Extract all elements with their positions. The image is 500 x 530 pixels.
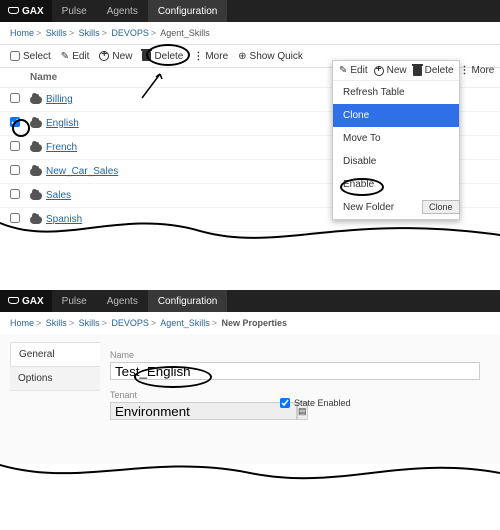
crumb-new-properties: New Properties [222, 318, 288, 328]
logo-icon [8, 296, 18, 306]
tenant-field-label: Tenant [110, 390, 270, 400]
dots-icon: ⋮ [460, 65, 469, 76]
row-checkbox[interactable] [10, 141, 20, 151]
delete-button[interactable]: Delete [142, 51, 183, 62]
menu-item-refresh-table[interactable]: Refresh Table [333, 81, 459, 104]
menu-item-enable[interactable]: Enable [333, 173, 459, 196]
delete-label: Delete [154, 51, 183, 62]
crumb-agent-skills: Agent_Skills [160, 28, 210, 38]
crumb-agent-skills[interactable]: Agent_Skills [160, 318, 210, 328]
nav-tab-agents[interactable]: Agents [97, 0, 148, 22]
app-logo: GAX [0, 290, 52, 312]
side-tab-options[interactable]: Options [10, 367, 100, 391]
more-button[interactable]: ⋮ More [193, 51, 228, 62]
skill-icon [30, 192, 42, 200]
popup-edit-button[interactable]: ✎Edit [339, 65, 368, 76]
logo-icon [8, 6, 18, 16]
skill-name-link[interactable]: French [46, 142, 77, 153]
popup-delete-button[interactable]: Delete [413, 65, 454, 76]
row-checkbox[interactable] [10, 117, 20, 127]
skill-icon [30, 168, 42, 176]
row-checkbox[interactable] [10, 93, 20, 103]
more-label: More [205, 51, 228, 62]
nav-tab-configuration[interactable]: Configuration [148, 0, 227, 22]
column-header-name[interactable]: Name [30, 72, 57, 83]
popup-new-button[interactable]: New [374, 65, 407, 76]
select-label: Select [23, 51, 51, 62]
dots-icon: ⋮ [193, 51, 202, 62]
state-enabled-label: State Enabled [294, 398, 351, 408]
popup-more-button[interactable]: ⋮More [460, 65, 495, 76]
crumb-skills1[interactable]: Skills [46, 28, 67, 38]
state-enabled-checkbox[interactable] [280, 398, 290, 408]
skill-icon [30, 144, 42, 152]
select-button[interactable]: Select [10, 51, 51, 62]
nav-tab-pulse[interactable]: Pulse [52, 290, 97, 312]
crumb-skills2[interactable]: Skills [79, 28, 100, 38]
skill-name-link[interactable]: English [46, 118, 79, 129]
name-field-label: Name [110, 350, 480, 360]
clone-tooltip-button[interactable]: Clone [422, 200, 460, 214]
row-checkbox[interactable] [10, 189, 20, 199]
skill-icon [30, 96, 42, 104]
edit-button[interactable]: ✎ Edit [61, 51, 90, 62]
crumb-skills1[interactable]: Skills [46, 318, 67, 328]
magnifier-plus-icon: ⊕ [238, 51, 246, 62]
skill-name-link[interactable]: New_Car_Sales [46, 166, 118, 177]
crumb-devops[interactable]: DEVOPS [111, 318, 149, 328]
nav-tab-pulse[interactable]: Pulse [52, 0, 97, 22]
app-logo: GAX [0, 0, 52, 22]
side-tab-general[interactable]: General [10, 342, 100, 367]
plus-icon [374, 66, 384, 76]
app-logo-text: GAX [22, 296, 44, 307]
select-checkbox-icon[interactable] [10, 51, 20, 61]
skill-icon [30, 120, 42, 128]
state-enabled-toggle[interactable]: State Enabled [280, 398, 351, 408]
side-tabs: General Options [10, 342, 100, 424]
new-label: New [112, 51, 132, 62]
new-button[interactable]: New [99, 51, 132, 62]
torn-edge-decoration [0, 452, 500, 490]
menu-item-move-to[interactable]: Move To [333, 127, 459, 150]
show-quick-label: Show Quick [250, 51, 303, 62]
app-logo-text: GAX [22, 6, 44, 17]
show-quick-button[interactable]: ⊕ Show Quick [238, 51, 303, 62]
top-nav-bar: GAX Pulse Agents Configuration [0, 290, 500, 312]
menu-item-disable[interactable]: Disable [333, 150, 459, 173]
crumb-skills2[interactable]: Skills [79, 318, 100, 328]
crumb-devops[interactable]: DEVOPS [111, 28, 149, 38]
annotation-arrow [140, 72, 168, 100]
breadcrumb: Home> Skills> Skills> DEVOPS> Agent_Skil… [0, 22, 500, 44]
skill-name-link[interactable]: Billing [46, 94, 73, 105]
skill-name-link[interactable]: Sales [46, 190, 71, 201]
more-menu-popup: ✎Edit New Delete ⋮More Refresh TableClon… [332, 60, 460, 220]
crumb-home[interactable]: Home [10, 318, 34, 328]
nav-tab-configuration[interactable]: Configuration [148, 290, 227, 312]
pencil-icon: ✎ [61, 51, 69, 62]
top-nav-bar: GAX Pulse Agents Configuration [0, 0, 500, 22]
edit-label: Edit [72, 51, 89, 62]
nav-tab-agents[interactable]: Agents [97, 290, 148, 312]
name-input[interactable] [110, 362, 480, 380]
plus-icon [99, 51, 109, 61]
breadcrumb: Home> Skills> Skills> DEVOPS> Agent_Skil… [0, 312, 500, 334]
pencil-icon: ✎ [339, 65, 347, 76]
row-checkbox[interactable] [10, 165, 20, 175]
trash-icon [142, 51, 151, 61]
menu-item-clone[interactable]: Clone [333, 104, 459, 127]
trash-icon [413, 66, 422, 76]
tenant-input[interactable] [110, 402, 297, 420]
crumb-home[interactable]: Home [10, 28, 34, 38]
